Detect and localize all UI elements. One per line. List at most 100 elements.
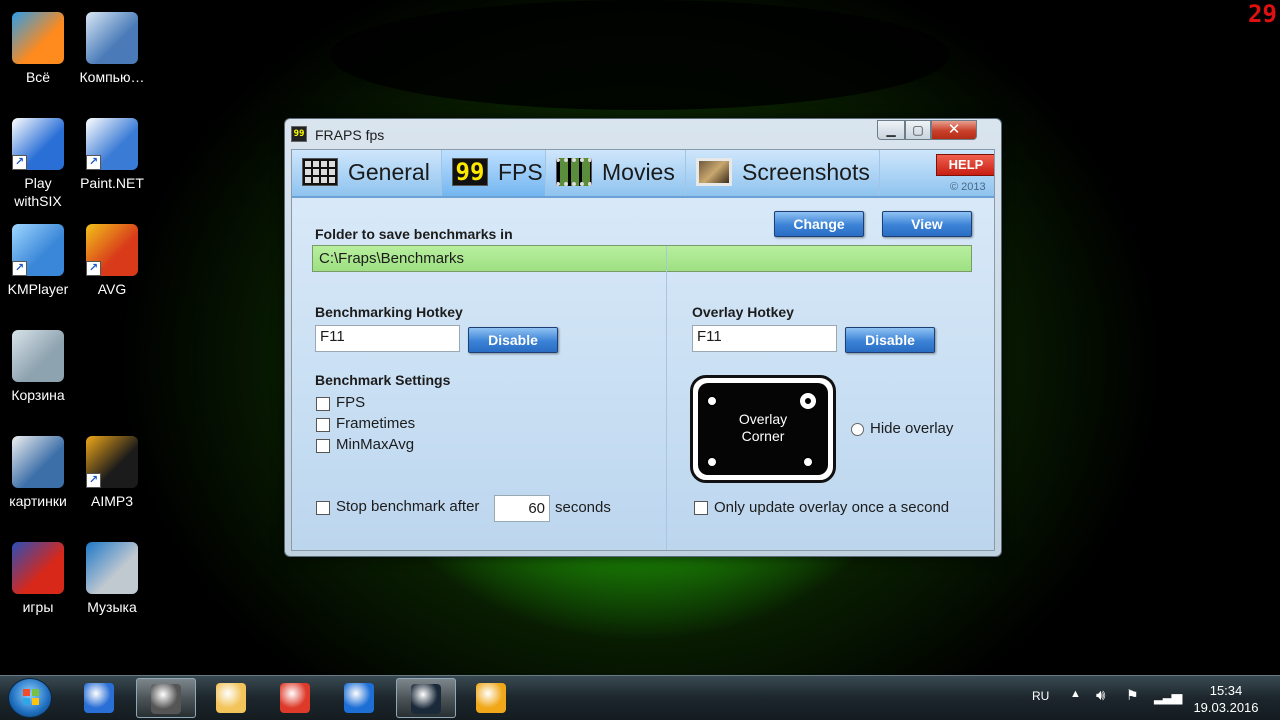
playwithsix-icon bbox=[84, 683, 114, 713]
garrysmod-icon bbox=[344, 683, 374, 713]
overlay-corner-selector[interactable]: Overlay Corner bbox=[690, 375, 836, 483]
title-bar[interactable]: 99 FRAPS fps ▁ ▢ ✕ bbox=[285, 119, 1001, 149]
desktop-icon[interactable]: ↗ AVG bbox=[74, 224, 150, 298]
fps-checkbox[interactable] bbox=[316, 397, 330, 411]
minmaxavg-checkbox[interactable] bbox=[316, 439, 330, 453]
desktop-icon[interactable]: картинки bbox=[0, 436, 76, 510]
app-icon: ↗ bbox=[86, 118, 138, 170]
steam-icon bbox=[411, 684, 441, 714]
taskbar: RU ▲ 🔊︎ ⚑ ▂▃▅ 15:34 19.03.2016 bbox=[0, 675, 1280, 720]
overlay-corner-panel: Overlay Corner bbox=[698, 383, 828, 475]
desktop-icon-label: картинки bbox=[9, 493, 67, 509]
shortcut-arrow-icon: ↗ bbox=[86, 155, 101, 170]
tab-screenshots[interactable]: Screenshots bbox=[686, 150, 880, 196]
benchmark-folder-path[interactable]: C:\Fraps\Benchmarks bbox=[312, 245, 972, 272]
tab-fps[interactable]: 99 FPS bbox=[442, 150, 546, 196]
taskbar-item-chrome[interactable] bbox=[266, 678, 326, 718]
chrome-icon bbox=[280, 683, 310, 713]
tab-bar: General 99 FPS Movies Screenshots HELP ©… bbox=[292, 150, 994, 198]
grid-icon bbox=[302, 158, 338, 186]
desktop-icon[interactable]: ↗ Play withSIX bbox=[0, 118, 76, 210]
overlay-corner-text: Overlay bbox=[738, 411, 788, 427]
corner-bottom-right-radio[interactable] bbox=[802, 456, 814, 468]
benchmark-disable-button[interactable]: Disable bbox=[468, 327, 558, 353]
stop-benchmark-checkbox[interactable] bbox=[316, 501, 330, 515]
fps-option-label: FPS bbox=[336, 394, 366, 411]
desktop-icon[interactable]: ↗ KMPlayer bbox=[0, 224, 76, 298]
desktop-icon[interactable]: игры bbox=[0, 542, 76, 616]
tab-label: General bbox=[348, 159, 430, 185]
shortcut-arrow-icon: ↗ bbox=[86, 261, 101, 276]
network-signal-icon[interactable]: ▂▃▅ bbox=[1154, 688, 1182, 705]
app-icon: ↗ bbox=[12, 224, 64, 276]
app-icon bbox=[12, 542, 64, 594]
change-folder-button[interactable]: Change bbox=[774, 211, 864, 237]
desktop-icon-label: Paint.NET bbox=[80, 175, 144, 191]
explorer-icon bbox=[216, 683, 246, 713]
corner-top-left-radio[interactable] bbox=[706, 395, 718, 407]
update-once-label: Only update overlay once a second bbox=[714, 499, 950, 516]
stop-seconds-field[interactable]: 60 bbox=[494, 495, 550, 522]
fps-99-icon: 99 bbox=[452, 158, 488, 186]
benchmark-settings-label: Benchmark Settings bbox=[315, 372, 451, 388]
desktop-icon[interactable]: Корзина bbox=[0, 330, 76, 404]
action-center-flag-icon[interactable]: ⚑ bbox=[1126, 687, 1139, 704]
desktop-icon-label: Всё bbox=[25, 69, 51, 85]
tab-movies[interactable]: Movies bbox=[546, 150, 686, 196]
view-folder-button[interactable]: View bbox=[882, 211, 972, 237]
frametimes-option-label: Frametimes bbox=[336, 415, 416, 432]
tab-label: FPS bbox=[498, 159, 543, 185]
overlay-corner-text: Corner bbox=[741, 428, 785, 444]
tab-label: Movies bbox=[602, 159, 675, 185]
close-button[interactable]: ✕ bbox=[931, 120, 977, 140]
desktop-icon-label: игры bbox=[22, 599, 54, 615]
help-button[interactable]: HELP bbox=[936, 154, 994, 176]
app-icon bbox=[86, 542, 138, 594]
language-indicator[interactable]: RU bbox=[1032, 689, 1049, 703]
start-button[interactable] bbox=[8, 678, 52, 718]
fps-counter-overlay: 29 bbox=[1248, 0, 1277, 28]
corner-bottom-left-radio[interactable] bbox=[706, 456, 718, 468]
shortcut-arrow-icon: ↗ bbox=[86, 473, 101, 488]
tab-general[interactable]: General bbox=[292, 150, 442, 196]
desktop-icon-label: Play withSIX bbox=[14, 175, 62, 209]
app-icon: ↗ bbox=[86, 436, 138, 488]
desktop-icon[interactable]: ↗ Paint.NET bbox=[74, 118, 150, 192]
minmaxavg-option-label: MinMaxAvg bbox=[336, 436, 415, 453]
overlay-hotkey-field[interactable]: F11 bbox=[692, 325, 837, 352]
volume-icon[interactable]: 🔊︎ bbox=[1096, 687, 1105, 704]
app-icon bbox=[86, 12, 138, 64]
system-clock[interactable]: 15:34 19.03.2016 bbox=[1186, 682, 1266, 716]
minimize-button[interactable]: ▁ bbox=[877, 120, 905, 140]
taskbar-item-steam[interactable] bbox=[396, 678, 456, 718]
tray-expand-icon[interactable]: ▲ bbox=[1070, 688, 1081, 700]
folder-label: Folder to save benchmarks in bbox=[315, 226, 513, 242]
desktop-icon-label: AIMP3 bbox=[90, 493, 133, 509]
app-icon bbox=[12, 12, 64, 64]
taskbar-item-aimp[interactable] bbox=[462, 678, 522, 718]
desktop-icon[interactable]: Компью… bbox=[74, 12, 150, 86]
taskbar-item-playwithsix[interactable] bbox=[70, 678, 130, 718]
window-title: FRAPS fps bbox=[315, 127, 385, 143]
taskbar-item-explorer[interactable] bbox=[202, 678, 262, 718]
maximize-button[interactable]: ▢ bbox=[905, 120, 931, 140]
benchmark-hotkey-label: Benchmarking Hotkey bbox=[315, 304, 463, 320]
app-icon: ↗ bbox=[12, 118, 64, 170]
overlay-disable-button[interactable]: Disable bbox=[845, 327, 935, 353]
hide-overlay-label: Hide overlay bbox=[870, 420, 954, 437]
desktop-icon[interactable]: ↗ AIMP3 bbox=[74, 436, 150, 510]
corner-top-right-radio[interactable] bbox=[802, 395, 814, 407]
taskbar-item-garrysmod[interactable] bbox=[330, 678, 390, 718]
desktop-icon[interactable]: Музыка bbox=[74, 542, 150, 616]
desktop-icon[interactable]: Всё bbox=[0, 12, 76, 86]
desktop-icon-label: KMPlayer bbox=[7, 281, 69, 297]
update-once-checkbox[interactable] bbox=[694, 501, 708, 515]
window-client-area: General 99 FPS Movies Screenshots HELP ©… bbox=[291, 149, 995, 551]
taskbar-item-fraps[interactable] bbox=[136, 678, 196, 718]
hide-overlay-radio[interactable] bbox=[851, 423, 864, 436]
desktop-icon-label: Компью… bbox=[79, 69, 145, 85]
fraps-window[interactable]: 99 FRAPS fps ▁ ▢ ✕ General 99 FPS Movies… bbox=[284, 118, 1002, 557]
frametimes-checkbox[interactable] bbox=[316, 418, 330, 432]
benchmark-hotkey-field[interactable]: F11 bbox=[315, 325, 460, 352]
tab-label: Screenshots bbox=[742, 159, 870, 185]
